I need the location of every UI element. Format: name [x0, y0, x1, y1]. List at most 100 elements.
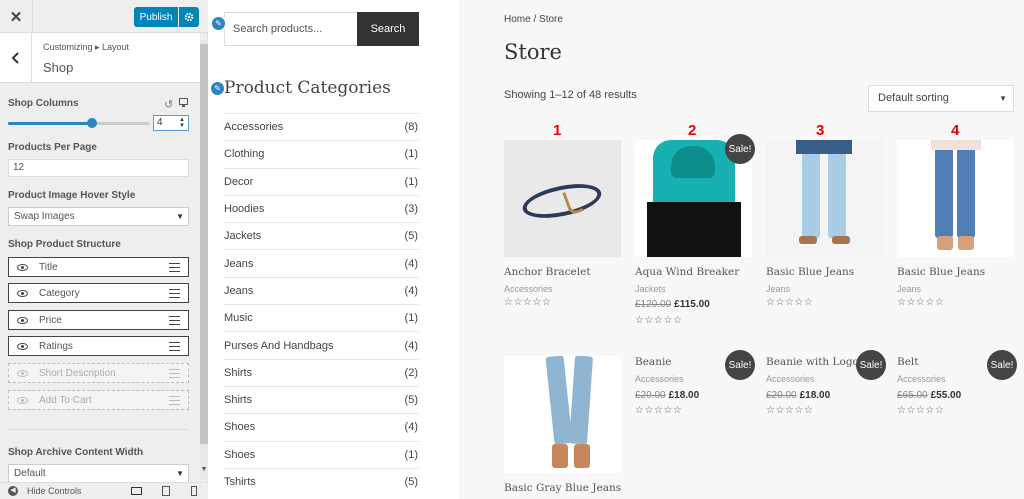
structure-item-title[interactable]: Title	[8, 257, 189, 277]
category-count: (8)	[404, 121, 418, 134]
category-item[interactable]: Purses And Handbags (4)	[224, 331, 419, 358]
gear-icon[interactable]	[179, 7, 199, 27]
category-item[interactable]: Jackets (5)	[224, 222, 419, 249]
eye-icon[interactable]	[17, 343, 28, 350]
eye-icon[interactable]	[17, 290, 28, 297]
product-price: £120.00 £115.00	[635, 299, 710, 310]
product-image[interactable]	[766, 140, 883, 257]
products-per-page-label: Products Per Page	[8, 142, 97, 153]
category-item[interactable]: Shoes (4)	[224, 413, 419, 440]
bracelet-illustration	[519, 178, 605, 224]
old-price: £120.00	[635, 299, 672, 310]
structure-item-add-to-cart[interactable]: Add To Cart	[8, 390, 189, 410]
shop-columns-input[interactable]: 4 ▲ ▼	[153, 115, 189, 131]
drag-handle-icon[interactable]	[169, 369, 180, 378]
scrollbar-thumb[interactable]	[200, 44, 208, 444]
hide-controls-button[interactable]: ◀ Hide Controls	[8, 486, 82, 496]
category-item[interactable]: Hoodies (3)	[224, 194, 419, 222]
product-title[interactable]: Basic Gray Blue Jeans	[504, 482, 621, 494]
product-image[interactable]	[504, 356, 621, 473]
category-item[interactable]: Decor (1)	[224, 167, 419, 195]
mobile-preview-icon[interactable]	[191, 486, 197, 496]
archive-width-select[interactable]: Default ▼	[8, 464, 189, 482]
product-card: Beanie with Logo Sale! Accessories £20.0…	[766, 350, 886, 426]
product-image[interactable]	[504, 140, 621, 257]
hover-style-select[interactable]: Swap Images ▼	[8, 207, 189, 226]
product-image[interactable]	[897, 140, 1014, 257]
structure-item-ratings[interactable]: Ratings	[8, 336, 189, 356]
desktop-icon[interactable]	[179, 98, 188, 107]
structure-item-price[interactable]: Price	[8, 310, 189, 330]
hover-style-label: Product Image Hover Style	[8, 190, 136, 201]
product-category[interactable]: Jeans	[766, 284, 790, 294]
desktop-preview-icon[interactable]	[131, 487, 142, 495]
sale-badge: Sale!	[987, 350, 1017, 380]
chevron-down-icon: ▼	[999, 94, 1007, 103]
product-search-input[interactable]: Search products...	[224, 12, 358, 46]
tablet-preview-icon[interactable]	[162, 486, 170, 496]
annotation-number: 4	[951, 122, 960, 139]
edit-shortcut-pencil-icon[interactable]: ✎	[210, 15, 227, 32]
product-card: Anchor Bracelet Accessories ☆☆☆☆☆	[504, 140, 621, 315]
breadcrumb-home-link[interactable]: Home	[504, 14, 531, 25]
category-item[interactable]: Jeans (4)	[224, 249, 419, 276]
category-item[interactable]: Accessories (8)	[224, 113, 419, 140]
product-category[interactable]: Accessories	[635, 374, 684, 384]
product-title[interactable]: Belt	[897, 356, 919, 368]
product-category[interactable]: Accessories	[897, 374, 946, 384]
category-name: Tshirts	[224, 476, 256, 488]
customizer-breadcrumb: Customizing ▸ Layout	[43, 42, 130, 52]
page-title: Store	[504, 40, 562, 64]
close-icon[interactable]: ✕	[0, 0, 33, 33]
result-count: Showing 1–12 of 48 results	[504, 89, 637, 101]
sorting-select[interactable]: Default sorting ▼	[868, 85, 1014, 112]
product-title[interactable]: Aqua Wind Breaker	[635, 266, 739, 278]
eye-icon[interactable]	[17, 317, 28, 324]
product-price: £65.00 £55.00	[897, 390, 961, 401]
eye-icon[interactable]	[17, 370, 28, 377]
category-name: Shirts	[224, 366, 253, 379]
structure-item-category[interactable]: Category	[8, 283, 189, 303]
category-item[interactable]: Tshirts (5)	[224, 467, 419, 495]
back-arrow-icon[interactable]	[0, 33, 32, 83]
category-item[interactable]: Shirts (2)	[224, 358, 419, 386]
eye-icon[interactable]	[17, 397, 28, 404]
reset-icon[interactable]: ↺	[164, 98, 173, 111]
category-item[interactable]: Shirts (5)	[224, 385, 419, 413]
category-item[interactable]: Jeans (4)	[224, 276, 419, 304]
category-count: (1)	[404, 148, 418, 161]
product-category[interactable]: Jackets	[635, 284, 666, 294]
scroll-down-arrow-icon[interactable]: ▼	[200, 466, 208, 474]
product-card: Sale! Aqua Wind Breaker Jackets £120.00 £…	[635, 134, 755, 330]
category-item[interactable]: Clothing (1)	[224, 140, 419, 167]
drag-handle-icon[interactable]	[169, 289, 180, 298]
drag-handle-icon[interactable]	[169, 263, 180, 272]
category-name: Jeans	[224, 257, 254, 270]
category-name: Jeans	[224, 284, 254, 297]
breadcrumb-current: Store	[539, 14, 563, 25]
search-button[interactable]: Search	[357, 12, 419, 46]
publish-button[interactable]: Publish	[134, 7, 178, 27]
category-item[interactable]: Music (1)	[224, 304, 419, 331]
drag-handle-icon[interactable]	[169, 396, 180, 405]
drag-handle-icon[interactable]	[169, 342, 180, 351]
product-title[interactable]: Beanie	[635, 356, 672, 368]
site-preview: Search products... Search ✎ ✎ Product Ca…	[208, 0, 1024, 499]
product-title[interactable]: Basic Blue Jeans	[897, 266, 985, 278]
product-title[interactable]: Anchor Bracelet	[504, 266, 591, 278]
product-title[interactable]: Beanie with Logo	[766, 356, 859, 368]
customizer-controls: Shop Columns ↺ 4 ▲ ▼ Products Per Page 12…	[0, 84, 200, 482]
product-category[interactable]: Accessories	[504, 284, 553, 294]
product-category[interactable]: Accessories	[766, 374, 815, 384]
category-item[interactable]: Shoes (1)	[224, 440, 419, 468]
hide-controls-label: Hide Controls	[27, 486, 82, 496]
products-per-page-input[interactable]: 12	[8, 159, 189, 177]
eye-icon[interactable]	[17, 264, 28, 271]
structure-label: Shop Product Structure	[8, 239, 121, 250]
structure-item-short-description[interactable]: Short Description	[8, 363, 189, 383]
drag-handle-icon[interactable]	[169, 316, 180, 325]
shop-columns-slider-handle[interactable]	[87, 118, 97, 128]
product-category[interactable]: Jeans	[897, 284, 921, 294]
product-title[interactable]: Basic Blue Jeans	[766, 266, 854, 278]
spinner-arrows-icon[interactable]: ▲ ▼	[179, 117, 185, 129]
